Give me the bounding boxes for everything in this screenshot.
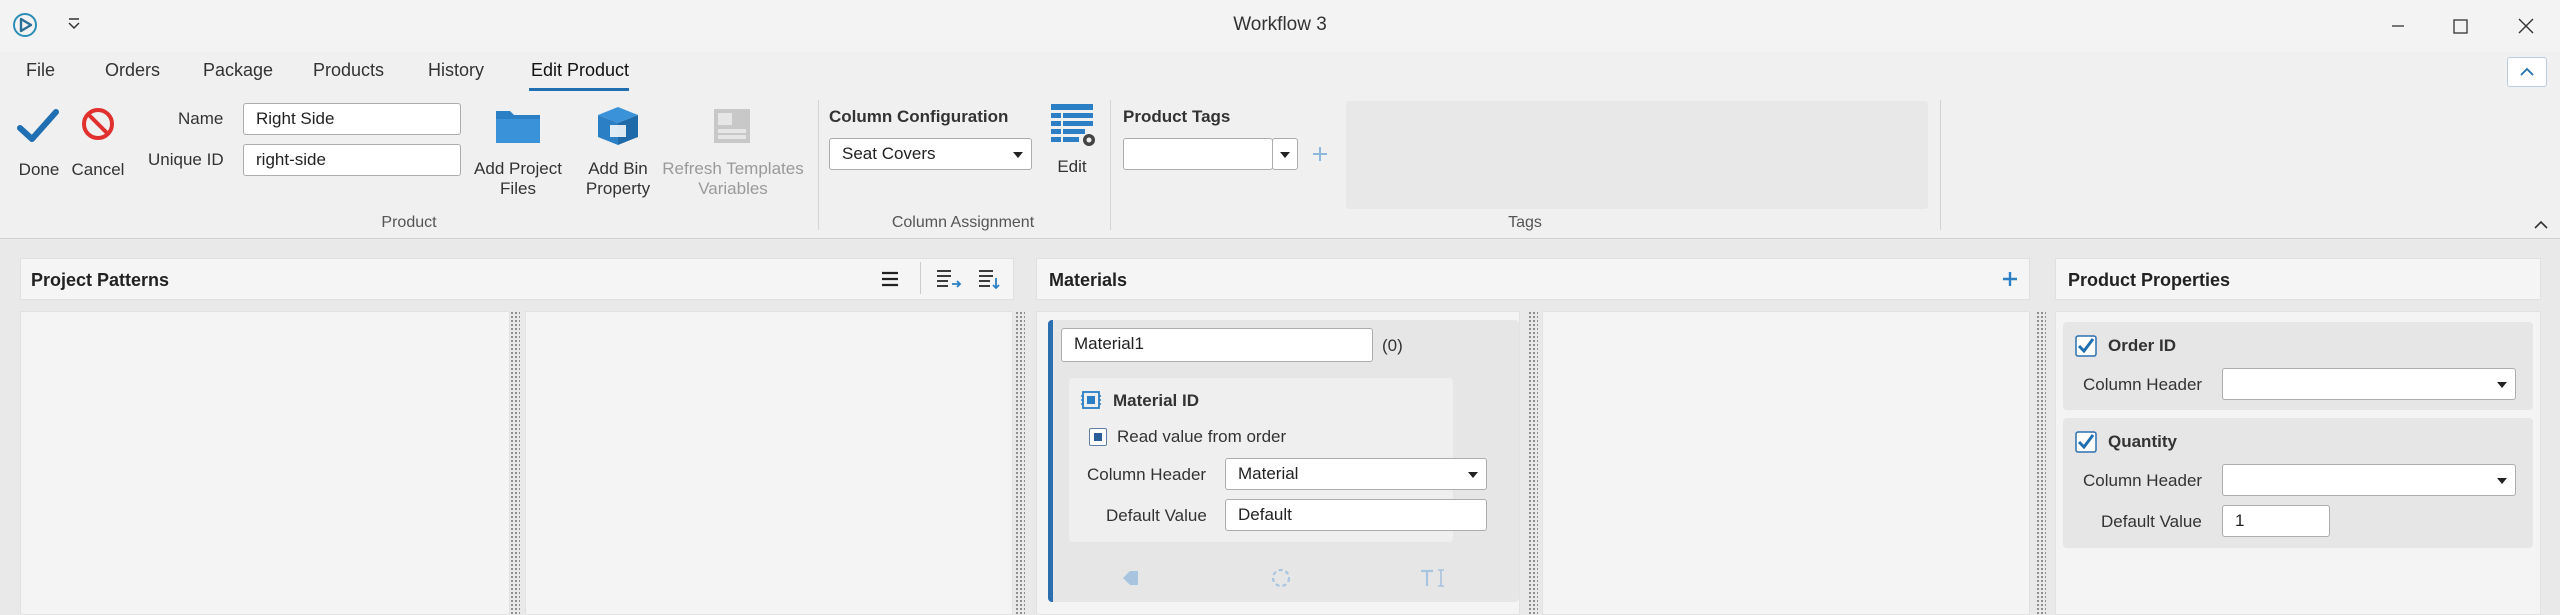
quantity-default-value-label: Default Value: [2101, 512, 2202, 531]
product-tags-dropdown-button[interactable]: [1272, 138, 1298, 170]
edit-column-configuration-button[interactable]: Edit: [1041, 100, 1103, 180]
unique-id-label: Unique ID: [148, 150, 224, 169]
folder-icon: [496, 111, 540, 143]
tab-orders[interactable]: Orders: [105, 60, 160, 81]
add-tag-icon[interactable]: [1308, 142, 1332, 166]
close-icon[interactable]: [2504, 10, 2548, 42]
cancel-icon: [82, 108, 114, 140]
order-id-checkbox[interactable]: [2075, 335, 2097, 357]
material-column-header-select[interactable]: Material: [1225, 458, 1487, 490]
order-id-title: Order ID: [2108, 336, 2177, 355]
material-name-input[interactable]: Material1: [1061, 328, 1373, 362]
column-splitter[interactable]: [1015, 311, 1025, 615]
quantity-default-value-input[interactable]: 1: [2222, 505, 2330, 537]
project-patterns-title: Project Patterns: [31, 270, 170, 290]
quantity-column-header-select[interactable]: [2222, 464, 2516, 496]
refresh-icon[interactable]: [1268, 566, 1294, 590]
refresh-templates-label: Refresh Templates: [662, 159, 804, 178]
add-material-icon[interactable]: [1998, 267, 2022, 291]
tags-area[interactable]: [1346, 101, 1928, 209]
add-project-files-button[interactable]: Add Project Files: [466, 103, 570, 198]
refresh-templates-variables-button[interactable]: Refresh Templates Variables: [660, 103, 806, 198]
patterns-column-right[interactable]: [525, 311, 1013, 615]
toolbar-divider: [920, 262, 921, 294]
template-icon: [714, 109, 750, 143]
indent-down-icon[interactable]: [976, 266, 1004, 292]
edit-label: Edit: [1057, 157, 1087, 176]
maximize-icon[interactable]: [2438, 10, 2482, 42]
product-properties-title: Product Properties: [2068, 270, 2231, 290]
material-column-header-value: Material: [1238, 464, 1299, 483]
add-bin-property-label: Add Bin: [588, 159, 648, 178]
materials-title: Materials: [1049, 270, 1128, 290]
materials-column-right[interactable]: [1542, 311, 2030, 615]
refresh-templates-label-2: Variables: [698, 179, 768, 198]
quantity-checkbox[interactable]: [2075, 431, 2097, 453]
ribbon-separator: [818, 100, 819, 230]
tab-file[interactable]: File: [26, 60, 55, 81]
order-id-column-header-label: Column Header: [2083, 375, 2203, 394]
quantity-column-header-label: Column Header: [2083, 471, 2203, 490]
column-configuration-value: Seat Covers: [842, 144, 936, 163]
move-tag-icon[interactable]: [1118, 566, 1144, 590]
cancel-button[interactable]: Cancel: [68, 104, 128, 184]
tab-package[interactable]: Package: [203, 60, 273, 81]
bin-icon: [598, 107, 638, 145]
material-default-value-input[interactable]: Default: [1225, 499, 1487, 531]
tab-edit-product[interactable]: Edit Product: [531, 60, 629, 81]
materials-header: [1036, 258, 2030, 300]
product-group-label: Product: [381, 214, 437, 231]
dropdown-arrow-icon: [1013, 152, 1023, 158]
checkmark-icon: [17, 109, 59, 142]
column-splitter[interactable]: [2036, 311, 2046, 615]
column-splitter[interactable]: [510, 311, 520, 615]
material-count: (0): [1382, 336, 1403, 355]
id-card-icon: [1081, 391, 1101, 409]
patterns-column-left[interactable]: [20, 311, 510, 615]
tab-history[interactable]: History: [428, 60, 484, 81]
menu-icon[interactable]: [878, 268, 902, 290]
add-project-files-label-2: Files: [500, 179, 536, 198]
name-input[interactable]: Right Side: [243, 103, 461, 135]
column-configuration-select[interactable]: Seat Covers: [829, 138, 1032, 170]
ribbon-separator: [1110, 100, 1111, 230]
name-label: Name: [178, 109, 224, 128]
column-configuration-title: Column Configuration: [829, 107, 1009, 126]
active-tab-indicator: [529, 88, 629, 91]
quantity-title: Quantity: [2108, 432, 2177, 451]
tab-products[interactable]: Products: [313, 60, 384, 81]
add-bin-property-button[interactable]: Add Bin Property: [572, 103, 664, 198]
text-field-icon[interactable]: [1418, 566, 1448, 590]
ribbon-separator: [1940, 100, 1941, 230]
product-tags-title: Product Tags: [1123, 107, 1231, 126]
tags-group-label: Tags: [1508, 214, 1542, 231]
material-id-title: Material ID: [1113, 391, 1199, 410]
read-value-label: Read value from order: [1117, 427, 1287, 446]
unique-id-input[interactable]: right-side: [243, 144, 461, 176]
dropdown-arrow-icon: [2497, 382, 2507, 388]
window-title: Workflow 3: [1233, 14, 1327, 35]
dropdown-arrow-icon: [1280, 152, 1290, 158]
material-default-value-label: Default Value: [1106, 506, 1207, 525]
minimize-icon[interactable]: [2376, 10, 2420, 42]
add-bin-property-label-2: Property: [585, 179, 651, 198]
done-button[interactable]: Done: [10, 104, 68, 184]
material-column-header-label: Column Header: [1087, 465, 1207, 484]
column-assignment-group-label: Column Assignment: [891, 214, 1035, 231]
chevron-up-icon[interactable]: [2532, 218, 2550, 232]
product-tags-input[interactable]: [1123, 138, 1273, 170]
project-patterns-header: [20, 258, 1014, 300]
ribbon-collapse-button[interactable]: [2507, 57, 2547, 87]
chevron-up-icon: [2520, 67, 2534, 76]
dropdown-arrow-icon: [1468, 472, 1478, 478]
order-id-column-header-select[interactable]: [2222, 368, 2516, 400]
read-value-checkbox[interactable]: [1089, 428, 1107, 446]
dropdown-arrow-icon: [2497, 478, 2507, 484]
column-splitter[interactable]: [1528, 311, 1538, 615]
done-label: Done: [18, 160, 60, 179]
cancel-label: Cancel: [71, 160, 125, 179]
add-project-files-label: Add Project: [474, 159, 562, 178]
column-config-edit-icon: [1051, 104, 1095, 146]
indent-right-icon[interactable]: [934, 266, 962, 292]
